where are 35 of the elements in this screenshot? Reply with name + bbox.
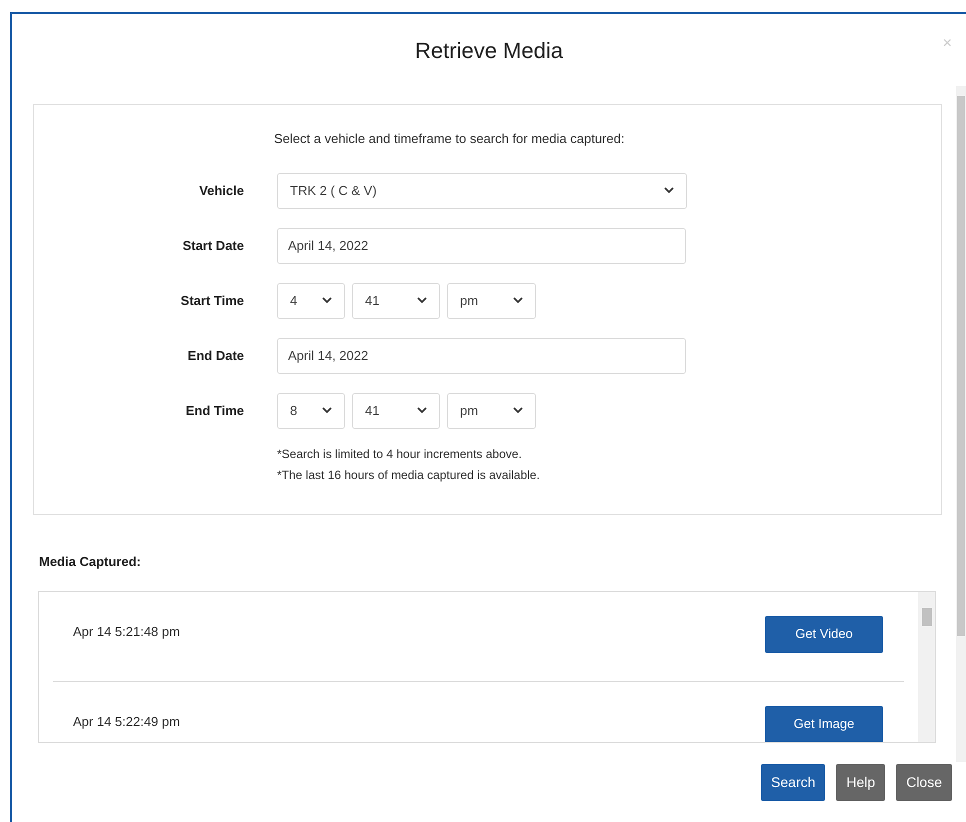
dropdown-select[interactable]: 4: [277, 282, 345, 318]
field-label: Vehicle: [198, 182, 244, 200]
date-input[interactable]: April 14, 2022: [277, 338, 686, 374]
capture-time: Apr 14 5:22:49 pm: [73, 712, 180, 731]
date-input[interactable]: April 14, 2022: [277, 228, 686, 264]
dropdown-select[interactable]: pm: [447, 282, 536, 318]
chevron-down-icon: [322, 297, 332, 304]
dropdown-select[interactable]: TRK 2 ( C & V): [277, 172, 687, 208]
field-label: End Time: [184, 402, 244, 420]
chevron-down-icon: [513, 407, 523, 414]
scrollbar[interactable]: [918, 592, 935, 742]
chevron-down-icon: [664, 187, 674, 194]
dropdown-select[interactable]: pm: [447, 392, 536, 428]
media-button[interactable]: Get Image: [765, 706, 883, 742]
footer-button[interactable]: Search: [761, 764, 826, 800]
section-heading: Media Captured:: [39, 553, 142, 571]
chevron-down-icon: [513, 297, 523, 304]
dropdown-select[interactable]: 41: [352, 282, 440, 318]
form-intro: Select a vehicle and timeframe to search for media captured:: [274, 130, 626, 148]
chevron-down-icon: [417, 297, 427, 304]
field-label: Start Time: [180, 292, 244, 310]
footer-button[interactable]: Close: [896, 764, 952, 800]
note-text: *The last 16 hours of media captured is available.: [277, 466, 541, 484]
footer-button[interactable]: Help: [836, 764, 886, 800]
chevron-down-icon: [322, 407, 332, 414]
chevron-down-icon: [417, 407, 427, 414]
field-label: End Date: [186, 346, 244, 365]
field-label: Start Date: [182, 236, 244, 255]
dialog-title: Retrieve Media: [415, 36, 563, 64]
media-button[interactable]: Get Video: [765, 616, 883, 652]
scrollbar[interactable]: [956, 86, 966, 762]
dropdown-select[interactable]: 8: [277, 392, 345, 428]
note-text: *Search is limited to 4 hour increments above.: [277, 446, 523, 462]
dropdown-select[interactable]: 41: [352, 392, 440, 428]
capture-time: Apr 14 5:21:48 pm: [73, 622, 180, 641]
